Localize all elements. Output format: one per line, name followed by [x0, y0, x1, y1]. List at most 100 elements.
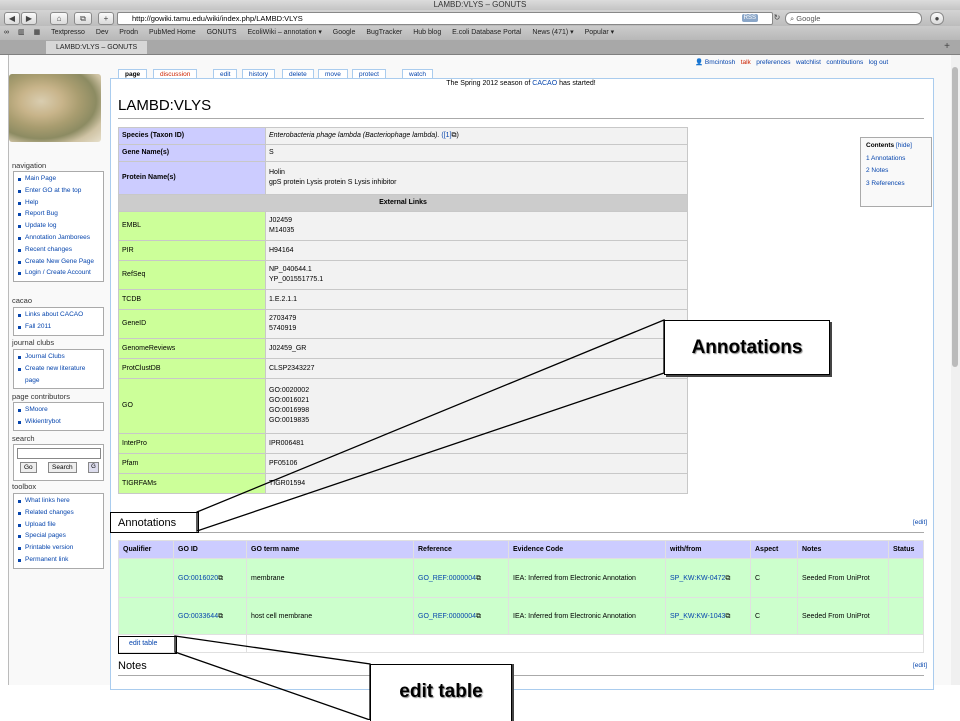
reference-link[interactable]: GO_REF:0000004: [418, 613, 476, 620]
toolbox-link[interactable]: Permanent link: [14, 554, 103, 566]
with-from-link[interactable]: SP_KW:KW-1043: [670, 613, 725, 620]
nav-login[interactable]: Login / Create Account: [14, 267, 103, 279]
notes-edit-link[interactable]: [edit]: [913, 662, 927, 669]
link-value[interactable]: J02459: [269, 216, 684, 226]
toolbox-link[interactable]: Printable version: [14, 542, 103, 554]
new-tab-icon[interactable]: +: [944, 40, 950, 54]
reader-icon[interactable]: ∞: [4, 29, 9, 36]
toc-hide-link[interactable]: [hide]: [896, 142, 912, 149]
bookmark-item[interactable]: Popular ▾: [585, 29, 615, 36]
link-value[interactable]: NP_040644.1: [269, 265, 684, 275]
back-icon[interactable]: ◀: [4, 12, 20, 25]
toolbox-link[interactable]: Special pages: [14, 530, 103, 542]
portlet-title: search: [12, 434, 35, 443]
go-button[interactable]: Go: [20, 462, 37, 473]
watchlist-link[interactable]: watchlist: [796, 59, 821, 66]
search-button[interactable]: Search: [48, 462, 77, 473]
annotations-edit-link[interactable]: [edit]: [913, 519, 927, 526]
reference-cell: GO_REF:0000004⧉: [413, 597, 509, 635]
link-value[interactable]: 5740919: [269, 324, 684, 334]
bookmarks-icon[interactable]: ▥: [18, 29, 25, 36]
scroll-thumb[interactable]: [952, 67, 958, 367]
column-header: Evidence Code: [508, 540, 666, 559]
bookmark-item[interactable]: Dev: [96, 29, 108, 36]
home-icon[interactable]: ⌂: [50, 12, 68, 25]
sidebar-search-input[interactable]: [17, 448, 101, 459]
go-id-link[interactable]: GO:0016020: [178, 575, 218, 582]
species-name: Enterobacteria phage lambda (Bacteriopha…: [269, 132, 440, 139]
bookmark-item[interactable]: Hub blog: [413, 29, 441, 36]
cacao-fall-2011[interactable]: Fall 2011: [14, 321, 103, 333]
protein-name: Holin: [269, 169, 285, 176]
bookmark-item[interactable]: PubMed Home: [149, 29, 196, 36]
genomereviews-value[interactable]: J02459_GR: [265, 338, 688, 359]
settings-icon[interactable]: ●: [930, 12, 944, 25]
preferences-link[interactable]: preferences: [756, 59, 790, 66]
contributor-link[interactable]: SMoore: [14, 404, 103, 416]
reload-icon[interactable]: ↻: [772, 12, 782, 23]
history-icon[interactable]: ⧉: [74, 12, 92, 25]
link-value[interactable]: YP_001551775.1: [269, 275, 684, 285]
link-value[interactable]: 2703479: [269, 314, 684, 324]
bookmark-item[interactable]: Google: [333, 29, 356, 36]
protclustdb-value[interactable]: CLSP2343227: [265, 358, 688, 379]
browser-tab[interactable]: LAMBD:VLYS – GONUTS: [46, 41, 148, 54]
create-literature-page[interactable]: Create new literature page: [14, 363, 95, 387]
go-id-link[interactable]: GO:0033644: [178, 613, 218, 620]
toolbox-link[interactable]: Related changes: [14, 507, 103, 519]
species-ref-link[interactable]: ([1]: [441, 132, 451, 139]
pir-value[interactable]: H94164: [265, 240, 688, 261]
pfam-value[interactable]: PF05106: [265, 453, 688, 474]
search-field[interactable]: ⌕ Google: [785, 12, 922, 25]
toc-item-notes[interactable]: 2 Notes: [866, 165, 926, 178]
link-value[interactable]: GO:0016998: [269, 406, 684, 416]
site-logo[interactable]: [9, 74, 101, 142]
link-value[interactable]: M14035: [269, 226, 684, 236]
toolbox-link[interactable]: What links here: [14, 495, 103, 507]
bookmark-item[interactable]: Prodn: [119, 29, 138, 36]
qualifier-cell: [118, 597, 174, 635]
bookmark-item[interactable]: Textpresso: [51, 29, 85, 36]
cacao-link[interactable]: CACAO: [532, 80, 557, 87]
link-value[interactable]: GO:0016021: [269, 396, 684, 406]
toc-item-references[interactable]: 3 References: [866, 178, 926, 191]
bookmark-item[interactable]: News (471) ▾: [532, 29, 573, 36]
nav-main-page[interactable]: Main Page: [14, 173, 103, 185]
rss-icon[interactable]: RSS: [741, 14, 758, 22]
nav-help[interactable]: Help: [14, 197, 103, 209]
with-from-link[interactable]: SP_KW:KW-0472: [670, 575, 725, 582]
bookmark-item[interactable]: BugTracker: [366, 29, 402, 36]
nav-update-log[interactable]: Update log: [14, 220, 103, 232]
add-bookmark-icon[interactable]: +: [98, 12, 114, 25]
refseq-label: RefSeq: [118, 260, 266, 290]
reference-link[interactable]: GO_REF:0000004: [418, 575, 476, 582]
forward-icon[interactable]: ▶: [21, 12, 37, 25]
contributions-link[interactable]: contributions: [826, 59, 863, 66]
toolbox-link[interactable]: Upload file: [14, 519, 103, 531]
nav-enter-go[interactable]: Enter GO at the top: [14, 185, 103, 197]
journal-clubs-link[interactable]: Journal Clubs: [14, 351, 103, 363]
scrollbar[interactable]: [951, 55, 960, 685]
user-link[interactable]: Bmcintosh: [705, 59, 735, 66]
toc-item-annotations[interactable]: 1 Annotations: [866, 153, 926, 166]
tcdb-value[interactable]: 1.E.2.1.1: [265, 289, 688, 310]
nav-recent-changes[interactable]: Recent changes: [14, 244, 103, 256]
browser-toolbar: ◀ ▶ ⌂ ⧉ + http://gowiki.tamu.edu/wiki/in…: [0, 10, 960, 26]
nav-jamborees[interactable]: Annotation Jamborees: [14, 232, 103, 244]
contributor-link[interactable]: Wikientrybot: [14, 416, 103, 428]
address-bar[interactable]: http://gowiki.tamu.edu/wiki/index.php/LA…: [117, 12, 773, 25]
nav-report-bug[interactable]: Report Bug: [14, 208, 103, 220]
bookmark-item[interactable]: E.coli Database Portal: [452, 29, 521, 36]
link-value[interactable]: GO:0019835: [269, 416, 684, 426]
link-value[interactable]: GO:0020002: [269, 386, 684, 396]
grid-icon[interactable]: ▦: [34, 29, 41, 36]
nav-create-gene-page[interactable]: Create New Gene Page: [14, 256, 95, 268]
bookmark-item[interactable]: EcoliWiki – annotation ▾: [248, 29, 322, 36]
tigrfams-value[interactable]: TIGR01594: [265, 473, 688, 494]
google-icon[interactable]: G: [88, 462, 99, 473]
bookmark-item[interactable]: GONUTS: [207, 29, 237, 36]
interpro-value[interactable]: IPR006481: [265, 433, 688, 454]
cacao-links[interactable]: Links about CACAO: [14, 309, 103, 321]
talk-link[interactable]: talk: [741, 59, 751, 66]
logout-link[interactable]: log out: [869, 59, 889, 66]
